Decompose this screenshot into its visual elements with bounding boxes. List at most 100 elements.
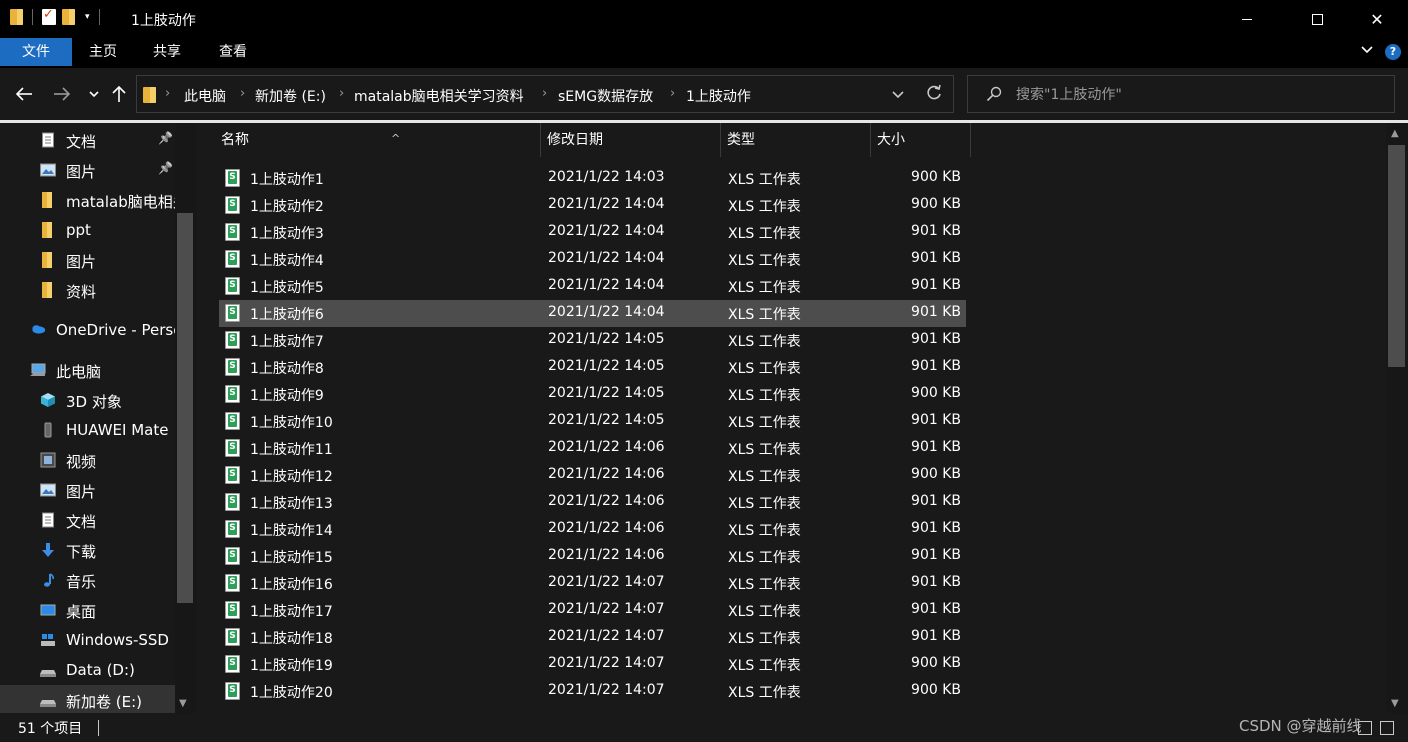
up-button[interactable] — [109, 83, 129, 105]
file-row[interactable]: 1上肢动作19 2021/1/22 14:07 XLS 工作表 900 KB — [219, 651, 966, 678]
video-icon — [40, 452, 56, 468]
file-row[interactable]: 1上肢动作1 2021/1/22 14:03 XLS 工作表 900 KB — [219, 165, 966, 192]
file-row[interactable]: 1上肢动作9 2021/1/22 14:05 XLS 工作表 900 KB — [219, 381, 966, 408]
column-header-type[interactable]: 类型 — [721, 123, 871, 157]
recent-locations-button[interactable] — [84, 83, 104, 105]
details-view-icon[interactable] — [1358, 721, 1372, 735]
file-row[interactable]: 1上肢动作8 2021/1/22 14:05 XLS 工作表 901 KB — [219, 354, 966, 381]
properties-icon[interactable] — [42, 7, 56, 25]
column-header-size[interactable]: 大小 — [871, 123, 971, 157]
file-row[interactable]: 1上肢动作18 2021/1/22 14:07 XLS 工作表 901 KB — [219, 624, 966, 651]
large-icons-view-icon[interactable] — [1380, 721, 1394, 735]
breadcrumb-drive-e[interactable]: 新加卷 (E:) — [255, 86, 326, 106]
tab-view[interactable]: 查看 — [210, 38, 256, 66]
file-name: 1上肢动作18 — [250, 631, 333, 647]
expand-ribbon-icon[interactable] — [1360, 43, 1374, 57]
navigation-pane-scrollbar[interactable]: ▼ — [175, 123, 196, 713]
forward-button[interactable] — [52, 83, 72, 105]
nav-item-label: matalab脑电相关 — [66, 193, 178, 211]
breadcrumb-current-folder[interactable]: 1上肢动作 — [686, 86, 751, 106]
address-history-dropdown-icon[interactable] — [889, 85, 907, 103]
nav-item[interactable]: 资料 — [0, 275, 178, 305]
nav-item[interactable]: 下载 — [0, 535, 178, 565]
file-name: 1上肢动作4 — [250, 253, 324, 269]
file-row[interactable]: 1上肢动作5 2021/1/22 14:04 XLS 工作表 901 KB — [219, 273, 966, 300]
onedrive-icon — [30, 322, 46, 338]
file-row[interactable]: 1上肢动作16 2021/1/22 14:07 XLS 工作表 901 KB — [219, 570, 966, 597]
nav-item[interactable]: 图片 📌 — [0, 155, 178, 185]
breadcrumb-separator-icon[interactable]: › — [542, 86, 547, 101]
nav-item[interactable]: ppt — [0, 215, 178, 245]
breadcrumb-separator-icon[interactable]: › — [339, 86, 344, 101]
spreadsheet-icon — [225, 628, 240, 646]
file-list-scrollbar[interactable]: ▲ ▼ — [1386, 123, 1408, 713]
file-type: XLS 工作表 — [728, 280, 801, 296]
file-size: 901 KB — [911, 331, 961, 347]
file-size: 901 KB — [911, 439, 961, 455]
column-header-name[interactable]: 名称 ^ — [215, 123, 541, 157]
watermark: CSDN @穿越前线 — [1239, 717, 1362, 735]
file-type: XLS 工作表 — [728, 415, 801, 431]
nav-item[interactable]: 桌面 — [0, 595, 178, 625]
breadcrumb-separator-icon[interactable]: › — [670, 86, 675, 101]
nav-item[interactable]: 文档 — [0, 505, 178, 535]
search-box[interactable] — [967, 75, 1395, 113]
search-input[interactable] — [1016, 84, 1376, 106]
file-row[interactable]: 1上肢动作14 2021/1/22 14:06 XLS 工作表 901 KB — [219, 516, 966, 543]
file-row[interactable]: 1上肢动作3 2021/1/22 14:04 XLS 工作表 901 KB — [219, 219, 966, 246]
tab-home[interactable]: 主页 — [80, 38, 126, 66]
spreadsheet-icon — [225, 169, 240, 187]
file-name: 1上肢动作13 — [250, 496, 333, 512]
nav-item[interactable]: HUAWEI Mate : — [0, 415, 178, 445]
minimize-button[interactable] — [1224, 0, 1270, 38]
file-row[interactable]: 1上肢动作20 2021/1/22 14:07 XLS 工作表 900 KB — [219, 678, 966, 705]
chevron-down-icon[interactable]: ▾ — [85, 12, 90, 22]
nav-item[interactable]: 视频 — [0, 445, 178, 475]
breadcrumb-separator-icon[interactable]: › — [165, 86, 170, 101]
tab-share[interactable]: 共享 — [144, 38, 190, 66]
nav-item[interactable]: 文档 📌 — [0, 125, 178, 155]
breadcrumb-separator-icon[interactable]: › — [240, 86, 245, 101]
nav-item[interactable]: 音乐 — [0, 565, 178, 595]
nav-item[interactable]: OneDrive - Perso — [0, 315, 178, 345]
nav-item[interactable]: Data (D:) — [0, 655, 178, 685]
nav-item[interactable]: 新加卷 (E:) — [0, 685, 178, 713]
nav-item[interactable]: 3D 对象 — [0, 385, 178, 415]
file-row[interactable]: 1上肢动作10 2021/1/22 14:05 XLS 工作表 901 KB — [219, 408, 966, 435]
navigation-scrollbar-thumb[interactable] — [177, 213, 193, 603]
breadcrumb-matalab-folder[interactable]: matalab脑电相关学习资料 — [354, 86, 524, 106]
help-icon[interactable]: ? — [1385, 44, 1401, 60]
file-row[interactable]: 1上肢动作2 2021/1/22 14:04 XLS 工作表 900 KB — [219, 192, 966, 219]
folder-icon — [40, 192, 56, 208]
file-row[interactable]: 1上肢动作11 2021/1/22 14:06 XLS 工作表 901 KB — [219, 435, 966, 462]
file-row[interactable]: 1上肢动作6 2021/1/22 14:04 XLS 工作表 901 KB — [219, 300, 966, 327]
spreadsheet-icon — [225, 439, 240, 457]
nav-item[interactable]: 图片 — [0, 245, 178, 275]
file-row[interactable]: 1上肢动作13 2021/1/22 14:06 XLS 工作表 901 KB — [219, 489, 966, 516]
column-header-date[interactable]: 修改日期 — [541, 123, 721, 157]
file-row[interactable]: 1上肢动作17 2021/1/22 14:07 XLS 工作表 901 KB — [219, 597, 966, 624]
scroll-down-icon[interactable]: ▼ — [1391, 698, 1399, 709]
maximize-button[interactable] — [1294, 0, 1340, 38]
close-button[interactable]: ✕ — [1354, 0, 1400, 38]
breadcrumb-semg-folder[interactable]: sEMG数据存放 — [558, 86, 653, 106]
back-button[interactable] — [14, 83, 34, 105]
spreadsheet-icon — [225, 682, 240, 700]
file-list-scrollbar-thumb[interactable] — [1388, 145, 1405, 367]
file-row[interactable]: 1上肢动作12 2021/1/22 14:06 XLS 工作表 900 KB — [219, 462, 966, 489]
address-bar[interactable]: › 此电脑 › 新加卷 (E:) › matalab脑电相关学习资料 › sEM… — [136, 75, 954, 113]
refresh-icon[interactable] — [925, 83, 943, 103]
scroll-down-icon[interactable]: ▼ — [179, 698, 187, 709]
scroll-up-icon[interactable]: ▲ — [1391, 128, 1399, 139]
tab-file[interactable]: 文件 — [0, 38, 72, 66]
file-row[interactable]: 1上肢动作15 2021/1/22 14:06 XLS 工作表 901 KB — [219, 543, 966, 570]
file-row[interactable]: 1上肢动作7 2021/1/22 14:05 XLS 工作表 901 KB — [219, 327, 966, 354]
breadcrumb-this-pc[interactable]: 此电脑 — [184, 86, 226, 106]
nav-item[interactable]: 图片 — [0, 475, 178, 505]
nav-item[interactable]: 此电脑 — [0, 355, 178, 385]
nav-item[interactable]: Windows-SSD ( — [0, 625, 178, 655]
drive-icon — [40, 692, 56, 708]
new-folder-icon[interactable] — [62, 9, 75, 25]
file-row[interactable]: 1上肢动作4 2021/1/22 14:04 XLS 工作表 901 KB — [219, 246, 966, 273]
nav-item[interactable]: matalab脑电相关 — [0, 185, 178, 215]
